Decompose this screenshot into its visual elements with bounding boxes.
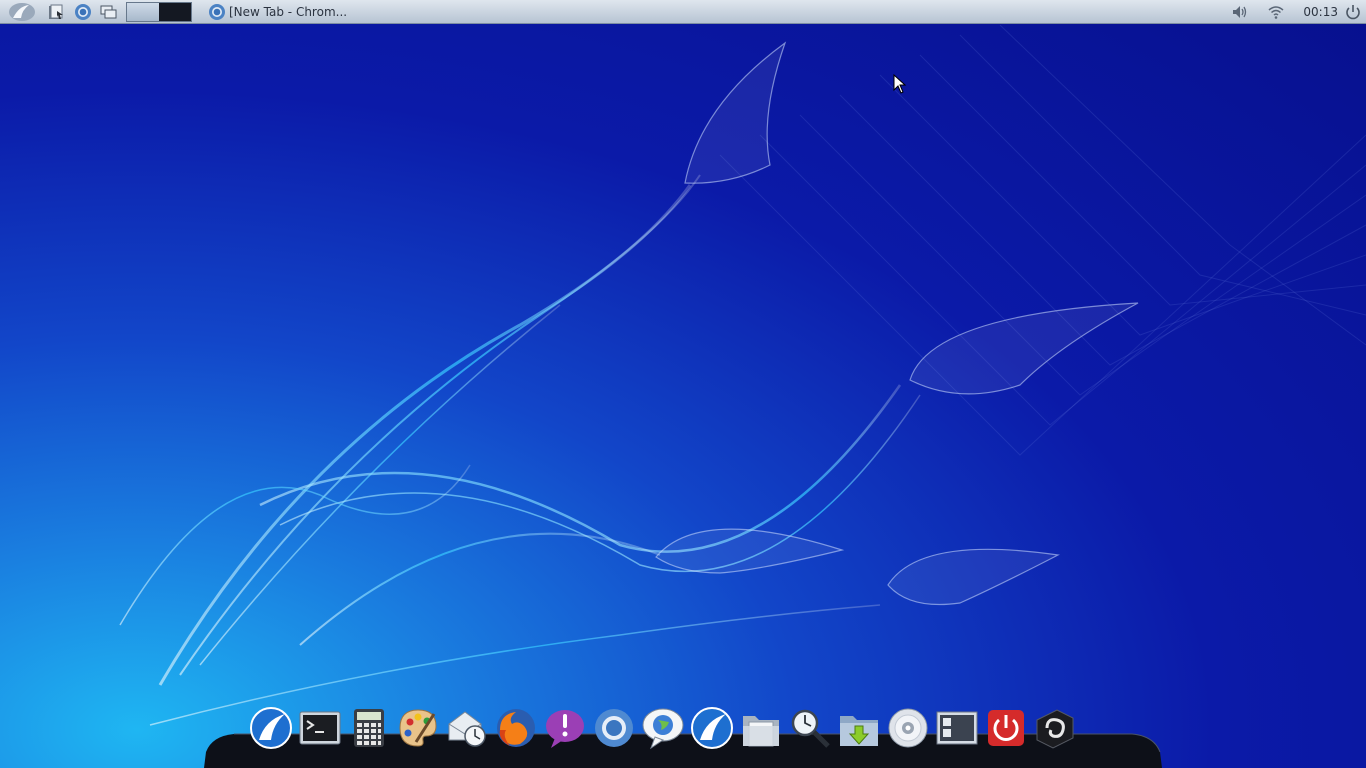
monitor-icon [936,711,977,745]
calculator-icon [353,709,384,747]
speaker-icon [1233,5,1247,18]
power-icon [1346,4,1360,19]
chromium-icon [75,3,91,20]
network-button[interactable] [1263,0,1289,24]
firefox-icon [496,709,535,747]
palette-icon [398,709,437,747]
mail-clock-icon [448,711,486,747]
desktop-1-button[interactable] [127,2,159,21]
dock-shutdown[interactable] [981,704,1030,752]
dock-file-manager[interactable] [736,704,785,752]
dock-lubuntu-menu[interactable] [246,704,295,752]
power-button-icon [987,710,1024,746]
dock-chromium[interactable] [589,704,638,752]
dock-paint[interactable] [393,704,442,752]
wifi-icon [1268,5,1284,19]
desktop-wallpaper [119,25,1366,726]
dock-mail-scheduler[interactable] [442,704,491,752]
desktop-2-button[interactable] [159,2,191,21]
dock-terminal[interactable] [295,704,344,752]
show-desktop-launcher[interactable] [96,0,122,24]
clock[interactable]: 00:13 [1303,5,1338,19]
dock-disc-burner[interactable] [883,704,932,752]
cd-icon [888,708,927,748]
chromium-icon [594,709,633,747]
dock-pidgin[interactable] [540,704,589,752]
dock-web-chat[interactable] [638,704,687,752]
mouse-cursor [893,74,907,94]
swirl-icon [1036,709,1073,749]
globe-bubble-icon [642,708,683,750]
system-tray: 00:13 [1227,0,1366,24]
dock-firefox[interactable] [491,704,540,752]
desktop-pager [126,1,192,22]
dock-media-player[interactable] [1030,704,1079,752]
top-panel: [New Tab - Chrom... 00:13 [0,0,1366,24]
taskbar-window-title: [New Tab - Chrom... [229,4,348,19]
lubuntu-logo-icon [9,2,35,21]
dock-calculator[interactable] [344,704,393,752]
lubuntu-icon [690,707,733,749]
magnifier-clock-icon [791,709,830,748]
main-menu-button[interactable] [0,0,44,24]
taskbar-chromium-window[interactable]: [New Tab - Chrom... [202,1,372,23]
browser-launcher[interactable] [70,0,96,24]
dock [246,704,1079,752]
folder-docs-icon [742,716,779,747]
volume-button[interactable] [1227,0,1253,24]
windows-icon [100,5,117,18]
terminal-icon [299,711,340,745]
dock-system-monitor[interactable] [932,704,981,752]
dock-lubuntu-settings[interactable] [687,704,736,752]
dock-search[interactable] [785,704,834,752]
dock-downloads[interactable] [834,704,883,752]
chat-bubble-icon [545,710,584,748]
file-manager-launcher[interactable] [44,0,70,24]
lubuntu-icon [249,707,292,749]
download-folder-icon [839,716,878,746]
chromium-icon [209,3,225,20]
logout-button[interactable] [1344,0,1362,24]
file-manager-icon [49,4,63,19]
